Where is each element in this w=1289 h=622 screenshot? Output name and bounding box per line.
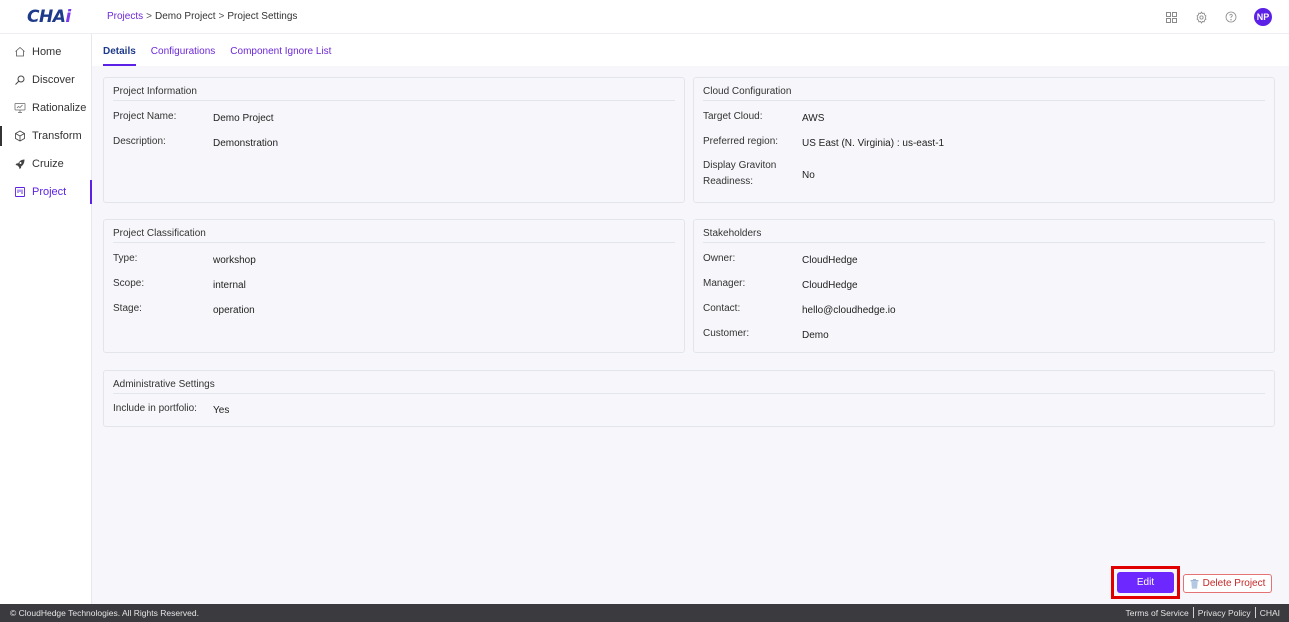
sidebar-item-label: Cruize <box>32 158 64 170</box>
card-title: Administrative Settings <box>113 379 215 390</box>
terms-of-service-link[interactable]: Terms of Service <box>1125 608 1188 618</box>
stakeholders-card: Stakeholders Owner: CloudHedge Manager: … <box>693 219 1275 353</box>
sidebar: Home Discover Rationalize Transform Crui… <box>0 34 92 604</box>
sidebar-item-label: Discover <box>32 74 75 86</box>
sidebar-item-discover[interactable]: Discover <box>0 66 91 94</box>
breadcrumb-projects[interactable]: Projects <box>107 11 143 22</box>
tab-component-ignore-list[interactable]: Component Ignore List <box>230 46 331 66</box>
field-value: internal <box>213 280 246 291</box>
field-value: No <box>802 170 815 181</box>
field-label: Target Cloud: <box>703 111 763 122</box>
field-value: CloudHedge <box>802 255 858 266</box>
divider <box>703 242 1265 243</box>
logo-text: CHA <box>27 7 66 27</box>
field-value: US East (N. Virginia) : us-east-1 <box>802 138 945 149</box>
monitor-icon <box>13 102 26 115</box>
breadcrumb-project-settings: Project Settings <box>227 11 298 22</box>
delete-project-label: Delete Project <box>1202 578 1266 589</box>
divider <box>703 100 1265 101</box>
trash-icon <box>1190 578 1199 589</box>
divider <box>1192 607 1194 618</box>
cube-icon <box>13 130 26 143</box>
field-label: Display Graviton Readiness: <box>703 160 777 187</box>
field-label: Include in portfolio: <box>113 403 197 414</box>
field-label: Description: <box>113 136 166 147</box>
privacy-policy-link[interactable]: Privacy Policy <box>1198 608 1251 618</box>
divider <box>1254 607 1256 618</box>
project-information-card: Project Information Project Name: Demo P… <box>103 77 685 203</box>
footer: © CloudHedge Technologies. All Rights Re… <box>0 604 1289 622</box>
tab-bar: Details Configurations Component Ignore … <box>92 34 1289 66</box>
field-value: workshop <box>213 255 256 266</box>
card-title: Stakeholders <box>703 228 762 239</box>
sidebar-item-project[interactable]: Project <box>0 178 92 206</box>
card-title: Project Information <box>113 86 197 97</box>
sidebar-item-cruize[interactable]: Cruize <box>0 150 91 178</box>
home-icon <box>13 46 26 59</box>
rocket-icon <box>13 158 26 171</box>
breadcrumb-demo-project[interactable]: Demo Project <box>155 11 216 22</box>
field-value: Demonstration <box>213 138 279 149</box>
field-label: Contact: <box>703 303 741 314</box>
sidebar-item-label: Project <box>32 186 67 198</box>
field-value: CloudHedge <box>802 280 858 291</box>
footer-links: Terms of Service Privacy Policy CHAI <box>1125 607 1280 618</box>
sidebar-item-home[interactable]: Home <box>0 38 91 66</box>
tab-configurations[interactable]: Configurations <box>151 46 215 66</box>
sidebar-item-label: Home <box>32 46 62 58</box>
card-title: Cloud Configuration <box>703 86 792 97</box>
field-label: Preferred region: <box>703 136 779 147</box>
divider <box>113 393 1265 394</box>
chai-logo[interactable]: CHAi <box>27 7 71 27</box>
field-value: Demo Project <box>213 113 274 124</box>
project-classification-card: Project Classification Type: workshop Sc… <box>103 219 685 353</box>
field-value: Yes <box>213 405 230 416</box>
field-value: Demo <box>802 330 829 341</box>
help-icon[interactable] <box>1224 10 1238 24</box>
administrative-settings-card: Administrative Settings Include in portf… <box>103 370 1275 427</box>
breadcrumb-separator: > <box>218 11 225 22</box>
main-content: Details Configurations Component Ignore … <box>92 34 1289 604</box>
top-bar: CHAi Projects > Demo Project > Project Setti… <box>0 0 1289 34</box>
user-avatar[interactable]: NP <box>1254 8 1272 26</box>
breadcrumb-separator: > <box>146 11 152 22</box>
field-label: Customer: <box>703 328 750 339</box>
edit-button[interactable]: Edit <box>1117 572 1174 593</box>
cloud-configuration-card: Cloud Configuration Target Cloud: AWS Pr… <box>693 77 1275 203</box>
divider <box>113 100 675 101</box>
field-label: Type: <box>113 253 138 264</box>
edit-button-highlight: Edit <box>1111 566 1180 599</box>
logo-accent: i <box>65 7 71 27</box>
apps-grid-icon[interactable] <box>1164 10 1178 24</box>
delete-project-button[interactable]: Delete Project <box>1183 574 1272 593</box>
tab-details[interactable]: Details <box>103 46 136 66</box>
field-label: Project Name: <box>113 111 177 122</box>
search-icon <box>13 74 26 87</box>
field-value: AWS <box>802 113 825 124</box>
field-value: hello@cloudhedge.io <box>802 305 896 316</box>
card-title: Project Classification <box>113 228 206 239</box>
divider <box>113 242 675 243</box>
field-label: Stage: <box>113 303 142 314</box>
breadcrumb: Projects > Demo Project > Project Settings <box>107 11 297 22</box>
sidebar-item-label: Rationalize <box>32 102 87 114</box>
project-icon <box>13 186 26 199</box>
field-label: Manager: <box>703 278 746 289</box>
top-bar-actions: NP <box>1164 8 1272 26</box>
field-value: operation <box>213 305 255 316</box>
field-label: Owner: <box>703 253 736 264</box>
chai-link[interactable]: CHAI <box>1260 608 1280 618</box>
sidebar-item-transform[interactable]: Transform <box>0 122 91 150</box>
sidebar-item-label: Transform <box>32 130 82 142</box>
sidebar-item-rationalize[interactable]: Rationalize <box>0 94 91 122</box>
copyright-text: © CloudHedge Technologies. All Rights Re… <box>10 608 199 618</box>
gear-icon[interactable] <box>1194 10 1208 24</box>
field-label: Scope: <box>113 278 145 289</box>
